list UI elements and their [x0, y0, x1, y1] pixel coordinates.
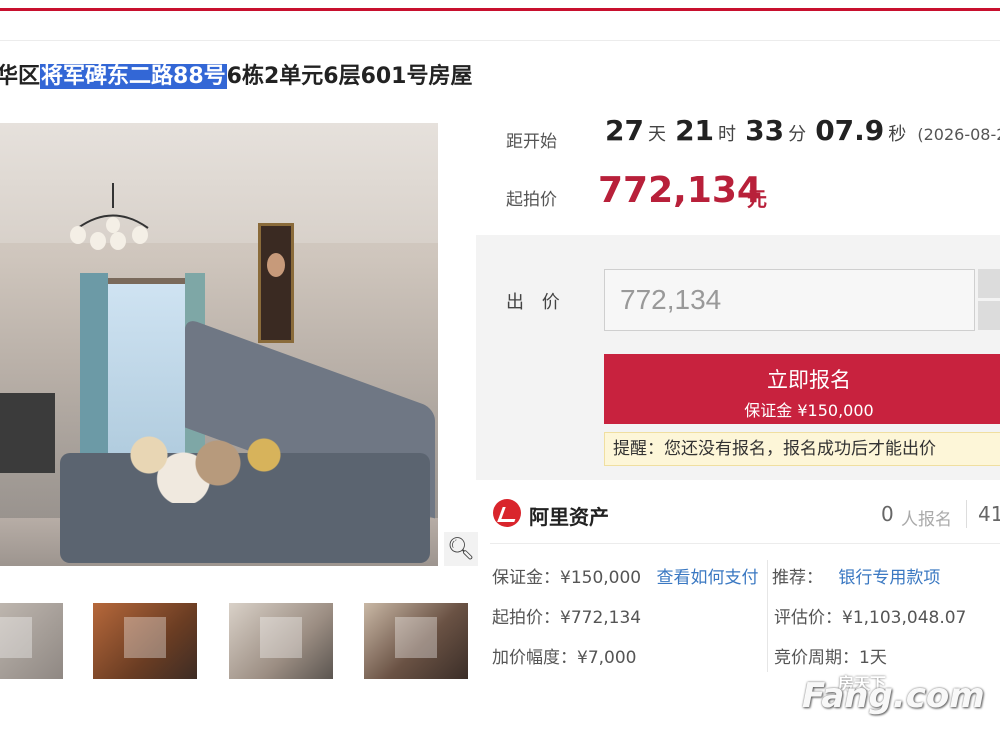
signup-deposit-label: 保证金 ¥150,000 — [744, 401, 874, 420]
countdown-hours: 21 — [675, 114, 715, 147]
bid-decrease-button[interactable] — [978, 301, 1000, 330]
photo-wall-poster — [258, 223, 294, 343]
bid-increase-button[interactable] — [978, 269, 1000, 298]
how-to-pay-link[interactable]: 查看如何支付 — [657, 568, 759, 588]
title-prefix: 华区 — [0, 64, 41, 89]
platform-name[interactable]: 阿里资产 — [529, 501, 609, 530]
countdown-days: 27 — [605, 114, 644, 147]
thumbnail-2[interactable] — [93, 603, 197, 679]
hours-unit: 时 — [718, 124, 737, 145]
countdown-seconds: 07.9 — [815, 114, 885, 147]
top-accent-bar — [0, 8, 1000, 11]
deposit-text: 保证金：¥150,000 — [492, 568, 642, 588]
signup-button[interactable]: 立即报名 保证金 ¥150,000 — [604, 354, 1000, 424]
registrant-label: 人报名 — [901, 510, 952, 530]
start-price-detail: 起拍价：¥772,134 — [492, 608, 642, 628]
header-divider — [0, 40, 1000, 41]
seconds-unit: 秒 — [888, 124, 907, 145]
zoom-button[interactable]: 🔍︎ — [444, 532, 478, 566]
increment-detail: 加价幅度：¥7,000 — [492, 648, 637, 668]
ali-assets-logo-icon — [493, 499, 521, 527]
signup-button-label: 立即报名 — [767, 368, 851, 392]
photo-ceiling — [0, 123, 438, 243]
photo-toys — [80, 423, 310, 503]
start-price-label: 起拍价 — [506, 190, 557, 210]
bid-label: 出 价 — [506, 292, 566, 313]
signup-reminder: 提醒：您还没有报名，报名成功后才能出价 — [604, 432, 1000, 466]
bank-payment-link[interactable]: 银行专用款项 — [838, 568, 940, 588]
countdown-label: 距开始 — [506, 132, 557, 152]
recommend-info: 推荐： 银行专用款项 — [772, 563, 940, 588]
days-unit: 天 — [647, 124, 666, 145]
photo-tv-cabinet — [0, 393, 55, 473]
title-highlighted-text[interactable]: 将军碑东二路88号 — [40, 64, 227, 89]
thumbnail-3[interactable] — [229, 603, 333, 679]
thumbnail-detail — [0, 616, 33, 659]
bid-amount-input[interactable] — [604, 269, 975, 331]
thumbnail-1[interactable] — [0, 603, 63, 679]
photo-poster-face — [267, 253, 285, 277]
thumbnail-4[interactable] — [364, 603, 468, 679]
main-photo[interactable] — [0, 123, 438, 566]
thumbnail-detail — [260, 616, 302, 659]
countdown-timer: 27天 21时 33分 07.9秒 (2026-08-20 — [605, 114, 1000, 147]
thumbnail-detail — [124, 616, 166, 659]
page-title: 华区将军碑东二路88号6栋2单元6层601号房屋 — [0, 58, 473, 90]
thumbnail-detail — [395, 616, 437, 659]
recommend-label: 推荐： — [772, 568, 823, 588]
minutes-unit: 分 — [788, 124, 807, 145]
start-price-unit: 元 — [747, 187, 767, 211]
view-count: 41 — [978, 502, 1000, 526]
fang-watermark: Fang.com — [802, 676, 985, 716]
details-divider — [490, 543, 1000, 544]
stats-divider — [966, 500, 967, 528]
photo-chandelier — [70, 183, 149, 250]
appraisal-price-detail: 评估价：¥1,103,048.07 — [774, 608, 967, 628]
start-price-value: 772,134 — [598, 170, 762, 211]
auction-start-date: (2026-08-20 — [917, 125, 1000, 144]
title-suffix: 6栋2单元6层601号房屋 — [226, 64, 473, 89]
countdown-minutes: 33 — [745, 114, 785, 147]
magnifier-icon: 🔍︎ — [447, 536, 475, 562]
details-column-divider — [767, 560, 768, 672]
bidding-cycle-detail: 竞价周期：1天 — [774, 648, 887, 668]
registrant-count: 0 — [881, 502, 894, 526]
deposit-info: 保证金：¥150,000 查看如何支付 — [492, 563, 759, 588]
